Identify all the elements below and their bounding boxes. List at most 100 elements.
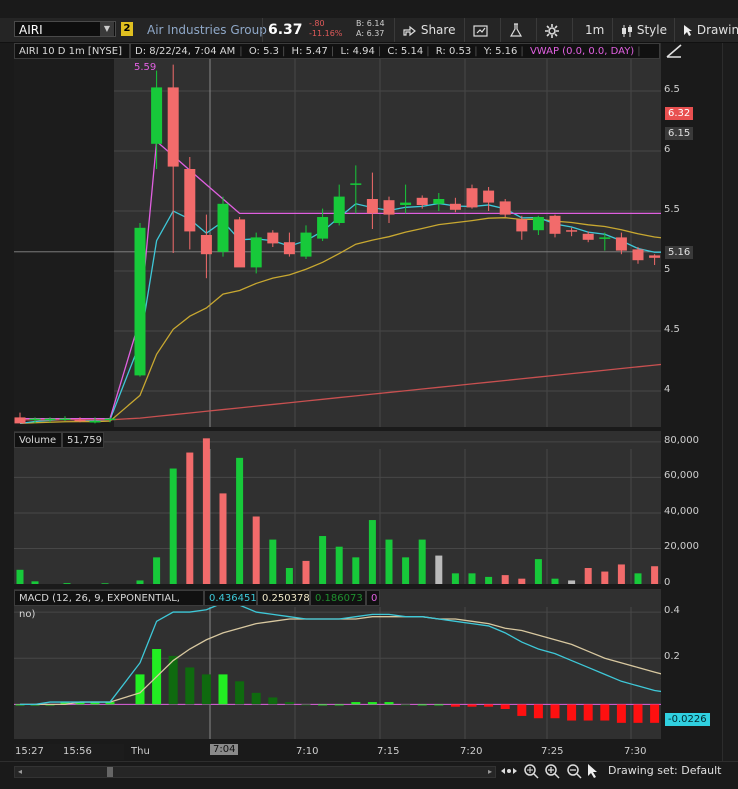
ohlc-header: D: 8/22/24, 7:04 AM | O: 5.3 | H: 5.47 | L:… [130,43,660,73]
drawing-label: Drawin [696,23,738,37]
volume-bar [101,583,109,584]
macd-histogram-bar [533,704,543,719]
price-chart[interactable] [14,43,661,427]
chart-settings-icon[interactable] [664,43,688,59]
candle-style-icon [622,24,632,37]
volume-bar [402,557,410,584]
share-label: Share [420,23,456,37]
price-y-tick: 4.5 [664,324,680,335]
candle-body [483,190,495,203]
scrollbar-thumb[interactable] [107,767,113,777]
settings-button[interactable] [536,18,572,42]
volume-bar [584,568,592,584]
volume-bar [335,546,343,584]
volume-bar [651,566,659,584]
macd-y-tick: 0.4 [664,605,680,617]
candle-body [184,169,196,232]
price-y-tick: 4 [664,384,671,395]
drawing-set-label[interactable]: Drawing set: Default [608,764,721,777]
vwap-value: 5.59 [134,62,157,73]
macd-value: 0.436451 [204,590,257,606]
macd-histogram-bar [301,704,311,706]
scroll-right-icon[interactable]: ▸ [488,767,492,777]
volume-bar [568,580,576,584]
toolbar: AIRI ▼ 2 Air Industries Group 6.37 -.80 … [0,18,738,43]
volume-bar [617,564,625,584]
macd-y-tick: 0.2 [664,651,680,663]
bid-ask: B: 6.14 A: 6.37 [356,19,385,39]
horizontal-scrollbar[interactable]: ◂ ▸ [14,766,496,778]
chart-grid-icon [473,24,488,37]
macd-histogram-bar [567,704,577,721]
candle-body [649,255,661,258]
ohlc-range: R: 0.53 [435,46,472,57]
candle-body [134,227,146,376]
volume-bar [601,571,609,584]
zoom-fit-icon[interactable] [522,763,540,779]
candle-body [549,215,561,234]
ohlc-open: O: 5.3 [248,46,279,57]
scroll-left-icon[interactable]: ◂ [18,767,22,777]
zoom-out-icon[interactable] [565,763,583,779]
pan-arrows-icon[interactable] [500,763,518,779]
ohlc-low: L: 4.94 [340,46,375,57]
time-axis-label: 7:04 [210,744,239,755]
macd-current-tag: -0.0226 [665,713,710,726]
cursor-icon[interactable] [586,763,600,779]
symbol-label[interactable]: AIRI 10 D 1m [NYSE] [14,43,130,59]
volume-bar [202,438,210,584]
zoom-in-icon[interactable] [543,763,561,779]
volume-bar [368,520,376,584]
macd-histogram-bar [318,704,328,706]
macd-histogram-bar [334,704,344,706]
time-axis-label: 7:15 [377,746,400,757]
volume-bar [451,573,459,584]
macd-histogram-bar [268,697,278,705]
macd-chart[interactable] [14,589,661,739]
timeframe-button[interactable]: 1m [572,18,612,42]
ask-value: A: 6.37 [356,29,385,38]
candle-body [14,417,26,424]
drawings-button[interactable]: Drawin [674,18,738,42]
studies-button[interactable] [500,18,536,42]
volume-bar [534,559,542,584]
macd-histogram-bar [218,674,228,705]
macd-histogram-bar [384,702,394,705]
gear-icon [545,23,559,38]
volume-bar [269,539,277,584]
style-button[interactable]: Style [612,18,674,42]
candle-body [433,199,445,204]
macd-histogram-bar [517,704,527,716]
volume-bar [634,573,642,584]
left-gutter [0,43,14,761]
macd-avg: 0.250378 [257,590,310,606]
candle-body [74,419,86,422]
link-group-badge[interactable]: 2 [121,22,133,36]
volume-chart[interactable] [14,431,661,584]
time-axis-label: 7:10 [296,746,319,757]
macd-histogram-bar [185,667,195,705]
symbol-dropdown-button[interactable]: ▼ [100,22,114,36]
volume-bar [551,578,559,584]
candle-body [234,219,246,268]
candle-body [416,197,428,205]
volume-bar [136,580,144,584]
candle-body [366,199,378,214]
candle-body [516,219,528,232]
macd-histogram-bar [484,704,494,707]
right-sidebar-strip [722,43,738,761]
macd-histogram-bar [633,704,643,723]
bid-value: B: 6.14 [356,19,385,28]
last-price: 6.37 [268,22,303,38]
macd-histogram-bar [467,704,477,707]
candle-body [632,249,644,261]
toolbar-divider [262,18,263,42]
candle-body [167,87,179,167]
macd-histogram-bar [616,704,626,723]
candle-body [466,188,478,208]
candle-body [300,232,312,257]
share-button[interactable]: Share [394,18,464,42]
macd-histogram-bar [401,704,411,706]
macd-histogram-bar [650,704,660,723]
flexible-grid-button[interactable] [464,18,500,42]
